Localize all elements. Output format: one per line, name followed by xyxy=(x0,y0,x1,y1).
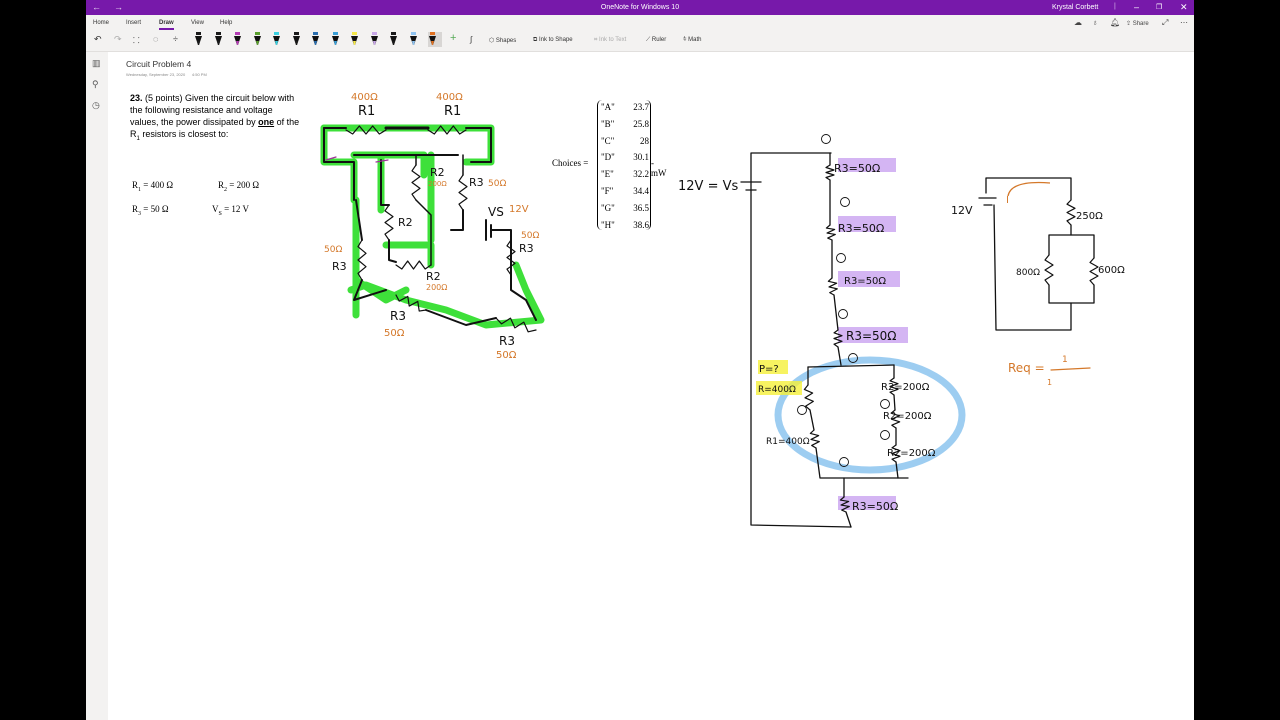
onenote-window: ← → OneNote for Windows 10 Krystal Corbe… xyxy=(86,0,1194,720)
resistor xyxy=(1089,257,1099,286)
ink-label: R=400Ω xyxy=(758,385,796,395)
ink-label: 800Ω xyxy=(1016,268,1040,278)
ink-label: R3 xyxy=(332,260,347,273)
ink-label: 1 xyxy=(1062,355,1068,365)
ink-label: R3 xyxy=(390,309,406,323)
ink-label: R2 xyxy=(430,166,445,179)
ink-label: R1=400Ω xyxy=(766,437,810,447)
resistor xyxy=(803,384,814,411)
ink-stroke xyxy=(1048,284,1095,304)
ink-label: R2=200Ω xyxy=(887,448,936,459)
ink-label: 50Ω xyxy=(496,350,517,361)
ink-stroke xyxy=(985,177,1072,201)
ink-label: R3 xyxy=(499,334,515,348)
ink-label: R1 xyxy=(358,104,375,119)
node-marker xyxy=(797,405,807,415)
ink-label: Req = xyxy=(1008,361,1045,375)
ink-stroke xyxy=(1048,224,1072,256)
ink-label: R2 xyxy=(398,216,413,229)
node-marker xyxy=(838,309,848,319)
ink-label: 50Ω xyxy=(488,179,506,189)
ink-stroke xyxy=(750,152,852,528)
resistor xyxy=(827,277,838,296)
ink-label: R2=200Ω xyxy=(883,411,932,422)
resistor xyxy=(458,174,468,211)
resistor xyxy=(809,429,820,449)
node-marker xyxy=(821,134,831,144)
resistor xyxy=(825,164,835,181)
node-marker xyxy=(836,253,846,263)
node-marker xyxy=(840,197,850,207)
ink-stroke xyxy=(1050,367,1091,371)
ink-drawings[interactable]: 400Ω 400ΩR1 R1R2200ΩR2R2200ΩR3 50ΩR350ΩR350… xyxy=(86,0,1194,720)
ink-label: I xyxy=(1006,195,1009,206)
ink-label: P=? xyxy=(759,364,779,375)
ink-label: 1 xyxy=(1047,378,1052,387)
ink-label: R3 xyxy=(519,242,534,255)
ink-label: R2 xyxy=(426,270,441,283)
ink-stroke xyxy=(833,294,839,331)
ink-label: R3=50Ω xyxy=(844,276,886,287)
ink-label: 400Ω xyxy=(351,92,378,103)
ink-label: 400Ω xyxy=(436,92,463,103)
ink-stroke xyxy=(1070,234,1095,259)
ink-label: VS xyxy=(488,205,504,219)
node-marker xyxy=(880,430,890,440)
resistor xyxy=(395,260,432,270)
current-arrow xyxy=(1007,181,1051,197)
resistor xyxy=(411,164,421,201)
ink-stroke xyxy=(893,394,896,411)
ink-stroke xyxy=(845,511,852,528)
resistor xyxy=(384,204,394,241)
ink-label: 12V = Vs xyxy=(678,179,738,194)
resistor xyxy=(1044,254,1054,286)
ink-label: R3 xyxy=(469,176,484,189)
ink-label: R3=50Ω xyxy=(852,500,898,513)
ink-label: R1 xyxy=(444,104,461,119)
ink-label: 200Ω xyxy=(428,180,447,188)
highlight-stroke xyxy=(320,124,358,204)
ink-stroke xyxy=(465,127,492,163)
ink-stroke xyxy=(450,209,464,231)
ink-label: R2=200Ω xyxy=(881,382,930,393)
ink-label: 50Ω xyxy=(521,231,539,241)
ink-label: 50Ω xyxy=(384,328,405,339)
ink-label: 12V xyxy=(509,204,529,215)
ink-label: 50Ω xyxy=(324,245,342,255)
node-marker xyxy=(880,399,890,409)
ink-label: R3=50Ω xyxy=(834,162,880,175)
ink-label: 12V xyxy=(951,204,973,217)
ink-label: 200Ω xyxy=(426,283,447,292)
ink-label: 600Ω xyxy=(1098,265,1125,276)
resistor xyxy=(825,224,836,241)
ink-label: 250Ω xyxy=(1076,211,1103,222)
ink-label: R3=50Ω xyxy=(838,222,884,235)
ink-label: R3=50Ω xyxy=(846,329,896,343)
ink-stroke xyxy=(809,409,815,431)
resistor xyxy=(1066,199,1076,226)
